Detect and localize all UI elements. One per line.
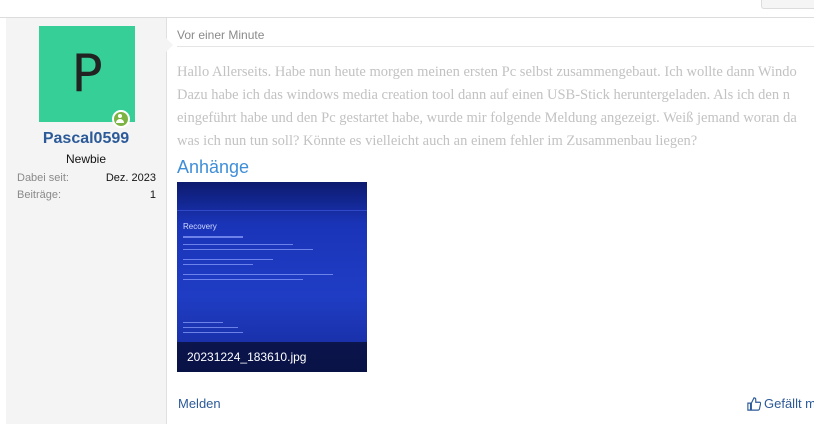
- author-stat-joined: Dabei seit: Dez. 2023: [17, 172, 156, 188]
- image-text-line: [183, 274, 333, 275]
- stat-value: Dez. 2023: [105, 172, 156, 184]
- post-body-line: Dazu habe ich das windows media creation…: [177, 87, 790, 103]
- forum-post: P Pascal0599 Newbie Dabei seit: Dez. 202…: [0, 17, 814, 424]
- header-divider: [177, 46, 814, 47]
- stat-label: Dabei seit:: [17, 172, 69, 184]
- stat-value[interactable]: 1: [150, 189, 156, 201]
- image-text-line: [183, 332, 243, 333]
- post-timestamp[interactable]: Vor einer Minute: [177, 28, 264, 42]
- image-text-line: [183, 249, 313, 250]
- attachment-screen-heading: Recovery: [183, 222, 217, 231]
- like-label: Gefällt mir: [764, 396, 814, 411]
- attachment-caption: 20231224_183610.jpg: [177, 342, 367, 372]
- author-username[interactable]: Pascal0599: [6, 130, 166, 148]
- avatar-letter: P: [71, 44, 103, 104]
- avatar[interactable]: P: [39, 26, 135, 122]
- post-content: Vor einer Minute Hallo Allerseits. Habe …: [177, 18, 814, 424]
- post-body: Hallo Allerseits. Habe nun heute morgen …: [177, 61, 814, 153]
- image-text-line: [183, 264, 253, 265]
- image-text-line: [183, 279, 303, 280]
- page-top-strip: [0, 0, 814, 16]
- like-button[interactable]: Gefällt mir: [747, 396, 814, 411]
- post-body-line: was ich nun tun soll? Könnte es vielleic…: [177, 133, 698, 149]
- stat-label: Beiträge:: [17, 189, 62, 201]
- attachment-thumbnail[interactable]: Recovery 20231224_183610.jpg: [177, 182, 367, 372]
- author-stat-posts: Beiträge: 1: [17, 189, 156, 205]
- image-text-line: [183, 244, 293, 245]
- attachments-title: Anhänge: [177, 157, 250, 177]
- post-author-sidebar: P: [6, 18, 167, 424]
- author-user-title: Newbie: [65, 152, 107, 166]
- online-status-icon: [112, 110, 130, 128]
- report-link[interactable]: Melden: [178, 396, 221, 411]
- image-text-line: [183, 259, 273, 260]
- sidebar-pointer: [166, 38, 173, 52]
- post-body-line: eingeführt habe und den Pc gestartet hab…: [177, 110, 797, 126]
- top-toolbar-button[interactable]: [761, 0, 814, 9]
- thumbs-up-icon: [747, 396, 761, 411]
- image-band: [177, 210, 367, 211]
- post-body-line: Hallo Allerseits. Habe nun heute morgen …: [177, 64, 797, 80]
- image-text-line: [183, 236, 243, 238]
- attachment-filename: 20231224_183610.jpg: [187, 350, 307, 364]
- image-text-line: [183, 322, 223, 323]
- image-text-line: [183, 327, 238, 328]
